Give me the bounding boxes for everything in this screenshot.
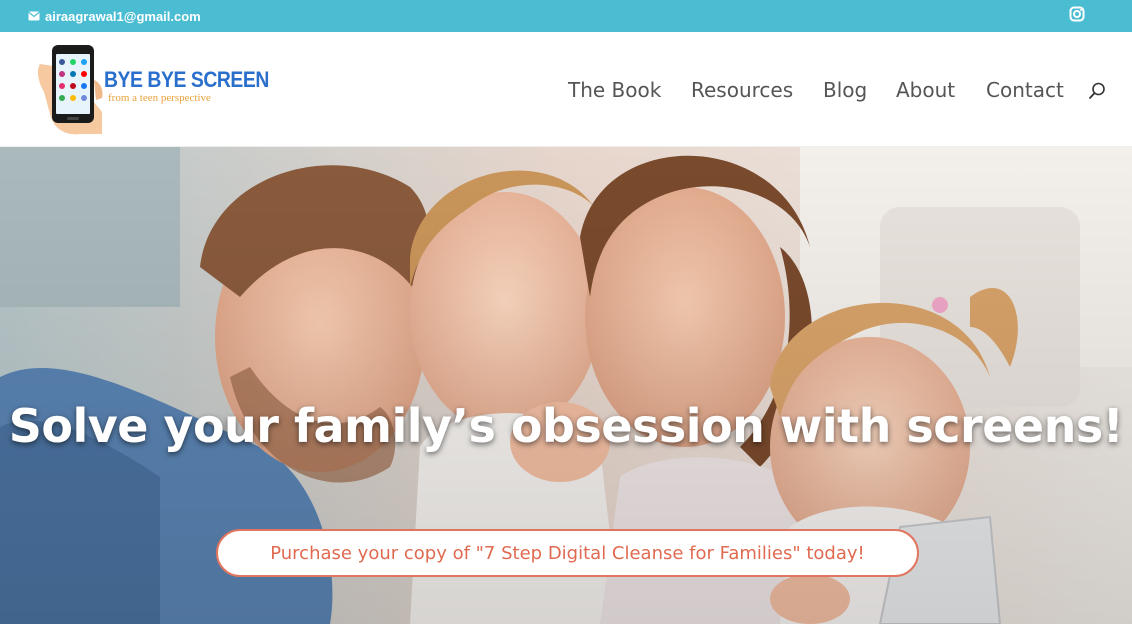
site-logo[interactable]: BYE BYE SCREEN from a teen perspective: [36, 42, 269, 137]
nav-item-about[interactable]: About: [896, 78, 955, 102]
instagram-icon[interactable]: [1069, 6, 1085, 22]
top-bar: airaagrawal1@gmail.com: [0, 0, 1132, 32]
logo-title: BYE BYE SCREEN: [104, 67, 269, 92]
nav-item-blog[interactable]: Blog: [823, 78, 867, 102]
search-icon[interactable]: [1088, 82, 1106, 100]
phone-hand-logo-icon: [37, 45, 103, 135]
purchase-button[interactable]: Purchase your copy of "7 Step Digital Cl…: [216, 529, 919, 577]
hero-headline: Solve your family’s obsession with scree…: [8, 399, 1124, 453]
nav-item-resources[interactable]: Resources: [691, 78, 793, 102]
nav-item-contact[interactable]: Contact: [986, 78, 1064, 102]
site-header: BYE BYE SCREEN from a teen perspective T…: [0, 32, 1132, 147]
envelope-icon: [28, 9, 40, 24]
email-text: airaagrawal1@gmail.com: [45, 8, 201, 24]
email-link[interactable]: airaagrawal1@gmail.com: [28, 8, 201, 24]
nav-item-the-book[interactable]: The Book: [568, 78, 661, 102]
logo-tagline: from a teen perspective: [108, 92, 211, 104]
hero-banner: Solve your family’s obsession with scree…: [0, 147, 1132, 624]
